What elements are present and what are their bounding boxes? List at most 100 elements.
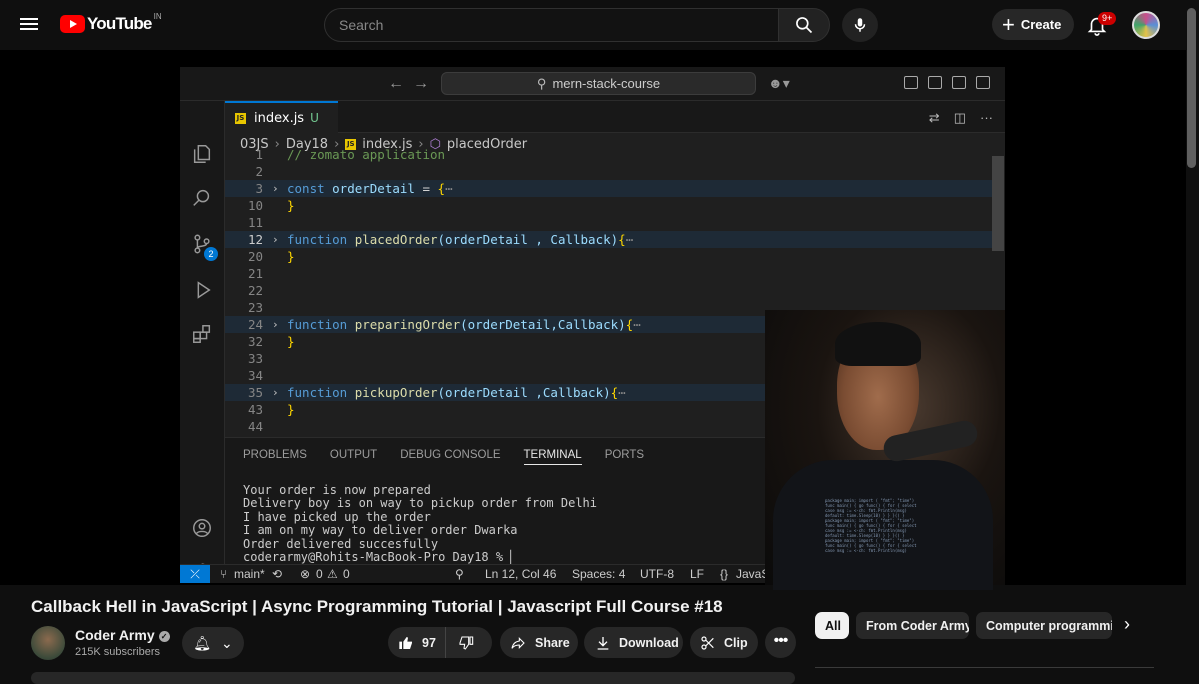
search-input[interactable] [325, 9, 778, 41]
line-number: 2 [255, 164, 263, 179]
terminal-output: Your order is now prepared Delivery boy i… [243, 483, 597, 565]
line-number: 22 [247, 283, 263, 298]
notification-badge: 9+ [1098, 12, 1117, 25]
chevron-right-icon[interactable]: › [1124, 614, 1130, 635]
more-options-button[interactable]: ••• [765, 627, 796, 658]
tab-index-js: JS index.js U [225, 101, 338, 133]
code-text: } [287, 334, 295, 349]
youtube-logo[interactable]: YouTube IN [60, 11, 162, 35]
warning-icon: ⚠ [327, 567, 338, 581]
thumbs-up-icon [399, 636, 412, 649]
clip-button[interactable]: Clip [690, 627, 758, 658]
shirt-print: package main; import ( "fmt"; "time") fu… [825, 498, 917, 553]
chip-all[interactable]: All [815, 612, 849, 639]
panel-tab-problems[interactable]: PROBLEMS [243, 449, 307, 465]
code-line: 1 // zomato application [225, 146, 993, 163]
editor-scrollbar[interactable] [992, 156, 1004, 251]
line-number: 10 [247, 198, 263, 213]
code-line: 22 [225, 282, 993, 299]
code-line: 2 [225, 163, 993, 180]
braces-icon: {} [720, 567, 729, 581]
account-avatar[interactable] [1132, 11, 1160, 39]
terminal-line: Your order is now prepared [243, 483, 431, 497]
code-text: function pickupOrder(orderDetail ,Callba… [287, 385, 626, 400]
panel-tabs: PROBLEMS OUTPUT DEBUG CONSOLE TERMINAL PORTS [243, 449, 644, 465]
terminal-line: coderarmy@Rohits-MacBook-Pro Day18 % ▏ [243, 550, 518, 565]
search-icon [193, 189, 210, 206]
bell-icon: 🔔︎ [193, 634, 212, 651]
like-button[interactable]: 97 [388, 627, 446, 658]
line-number: 12 [247, 232, 263, 247]
command-center: ⚲ mern-stack-course [441, 72, 756, 95]
page-scrollbar[interactable] [1187, 8, 1196, 168]
code-line: 11 [225, 214, 993, 231]
fold-chevron-icon[interactable]: › [272, 384, 279, 401]
masthead: YouTube IN + Create 9+ [0, 0, 1199, 50]
warning-count: 0 [343, 567, 350, 581]
menu-icon[interactable] [20, 15, 40, 33]
line-number: 11 [247, 215, 263, 230]
line-number: 43 [247, 402, 263, 417]
chip-computer-programming[interactable]: Computer programming [976, 612, 1112, 639]
extensions-icon [193, 325, 211, 343]
code-line: 20} [225, 248, 993, 265]
fold-chevron-icon[interactable]: › [272, 231, 279, 248]
fold-chevron-icon[interactable]: › [272, 180, 279, 197]
video-player[interactable]: ← → ⚲ mern-stack-course ☻▾ 2 JS index.js… [0, 50, 1186, 590]
panel-tab-ports[interactable]: PORTS [605, 449, 644, 465]
more-horizontal-icon: ••• [773, 632, 789, 649]
country-code: IN [153, 11, 162, 21]
panel-tab-output[interactable]: OUTPUT [330, 449, 377, 465]
account-icon [193, 519, 211, 537]
back-arrow-icon: ← [388, 75, 404, 92]
cursor-position: Ln 12, Col 46 [485, 567, 557, 581]
search-box [324, 8, 778, 42]
panel-tab-debug-console[interactable]: DEBUG CONSOLE [400, 449, 500, 465]
presenter-hair [835, 322, 921, 366]
search-icon [796, 17, 813, 34]
create-button[interactable]: + Create [992, 9, 1074, 40]
code-text: const orderDetail = {⋯ [287, 181, 453, 196]
divider [815, 667, 1154, 668]
play-logo-icon [60, 15, 85, 33]
dislike-button[interactable] [446, 627, 474, 658]
line-ending: LF [690, 567, 705, 581]
line-number: 35 [247, 385, 263, 400]
error-icon: ⊗ [300, 567, 311, 581]
channel-name[interactable]: Coder Army [75, 627, 155, 643]
share-label: Share [535, 635, 570, 650]
line-number: 44 [247, 419, 263, 434]
code-line: 3 › const orderDetail = {⋯ [225, 180, 993, 197]
indentation: Spaces: 4 [572, 567, 626, 581]
fold-chevron-icon[interactable]: › [272, 316, 279, 333]
editor-actions: ⇄ ◫ ··· [929, 110, 993, 126]
search-button[interactable] [778, 8, 830, 42]
like-dislike-group: 97 [388, 627, 492, 658]
panel-tab-terminal[interactable]: TERMINAL [523, 449, 582, 465]
share-button[interactable]: Share [500, 627, 578, 658]
terminal-line: I am on my way to deliver order Dwarka [243, 523, 518, 538]
line-number: 20 [247, 249, 263, 264]
subscribed-notifications-button[interactable]: 🔔︎ ⌄ [182, 627, 244, 659]
error-count: 0 [316, 567, 323, 581]
description-box[interactable] [31, 672, 795, 684]
code-text: } [287, 249, 295, 264]
compare-icon: ⇄ [928, 110, 940, 125]
line-number: 24 [247, 317, 263, 332]
code-text: } [287, 402, 295, 417]
clip-label: Clip [724, 635, 748, 650]
download-button[interactable]: Download [584, 627, 683, 658]
verified-check-icon: ✓ [158, 631, 170, 642]
thumbs-down-icon [459, 635, 474, 650]
panel-toggle-icon [952, 76, 966, 89]
line-number: 21 [247, 266, 263, 281]
logo-text: YouTube [87, 14, 152, 33]
command-center-label: mern-stack-course [552, 76, 661, 91]
code-text: // zomato application [287, 147, 446, 162]
voice-search-button[interactable] [842, 8, 878, 42]
subscriber-count: 215K subscribers [75, 646, 160, 658]
channel-name-row[interactable]: Coder Army ✓ [75, 627, 170, 643]
channel-avatar[interactable] [31, 626, 65, 660]
chip-from-channel[interactable]: From Coder Army [856, 612, 969, 639]
js-file-icon: JS [235, 112, 246, 124]
